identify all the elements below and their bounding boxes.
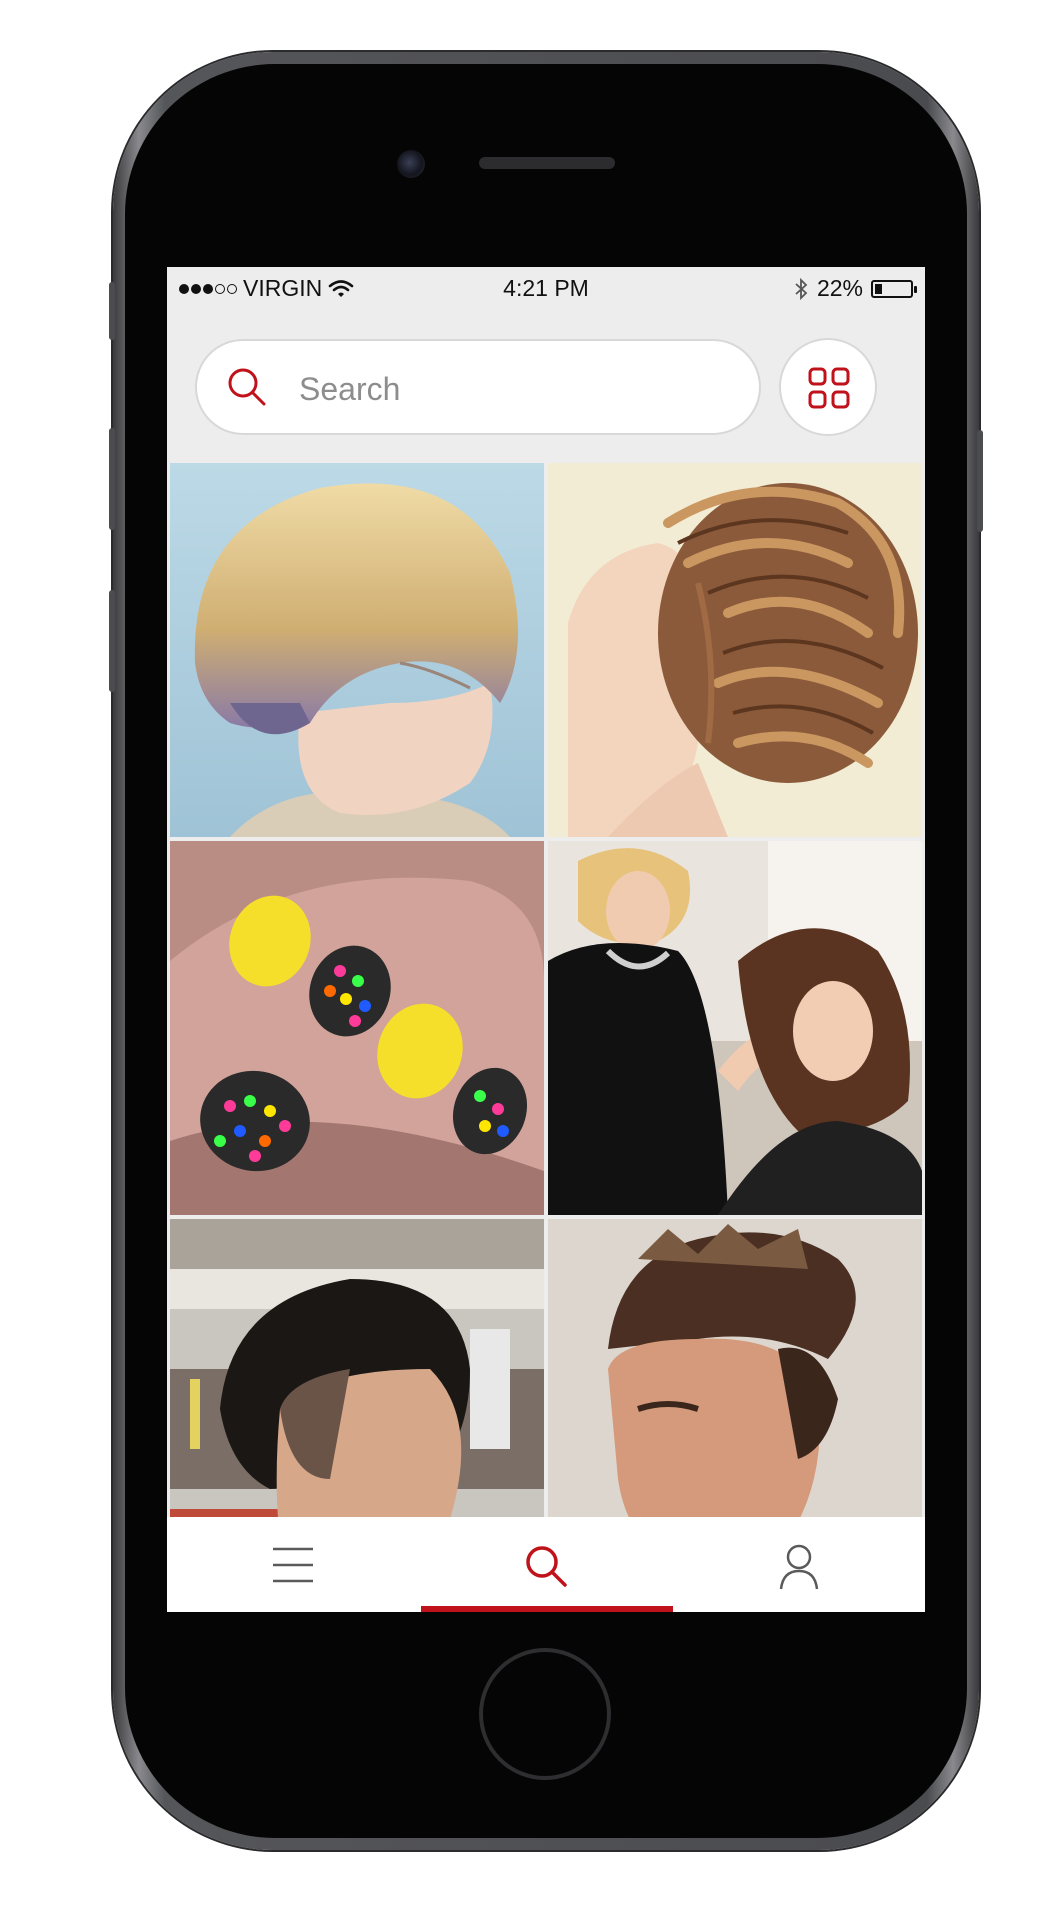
bottom-tab-bar: [167, 1517, 925, 1612]
braided-updo-photo: [548, 463, 922, 837]
app-screen: VIRGIN 4:21 PM 22%: [167, 267, 925, 1612]
volume-down-button: [109, 590, 115, 692]
front-camera: [397, 150, 425, 178]
tab-menu[interactable]: [167, 1517, 419, 1612]
mute-switch: [109, 282, 115, 340]
nail-art-photo: [170, 841, 544, 1215]
search-icon: [526, 1546, 567, 1587]
salon-styling-photo: [548, 841, 922, 1215]
menu-icon: [273, 1547, 313, 1583]
home-button[interactable]: [479, 1648, 611, 1780]
active-tab-indicator: [421, 1606, 673, 1612]
gallery-item-nail-art[interactable]: [170, 841, 544, 1215]
status-bar: VIRGIN 4:21 PM 22%: [167, 267, 925, 307]
earpiece-speaker: [479, 157, 615, 169]
battery-level-fill: [875, 283, 882, 294]
grid-icon: [808, 367, 850, 409]
gallery-item-blonde-bob[interactable]: [170, 463, 544, 837]
search-icon: [228, 368, 266, 406]
tab-search[interactable]: [421, 1517, 673, 1612]
tab-profile[interactable]: [673, 1517, 925, 1612]
power-button: [977, 430, 983, 532]
blonde-bob-photo: [170, 463, 544, 837]
user-icon: [779, 1544, 819, 1590]
volume-up-button: [109, 428, 115, 530]
gallery-item-braided-updo[interactable]: [548, 463, 922, 837]
bluetooth-icon: [795, 277, 808, 300]
battery-icon: [871, 279, 917, 298]
battery-percentage: 22%: [816, 275, 863, 301]
status-right-group: 22%: [793, 275, 917, 302]
search-input[interactable]: [297, 361, 721, 417]
gallery-item-salon-styling[interactable]: [548, 841, 922, 1215]
search-bar[interactable]: [195, 339, 761, 435]
grid-view-button[interactable]: [779, 338, 877, 436]
